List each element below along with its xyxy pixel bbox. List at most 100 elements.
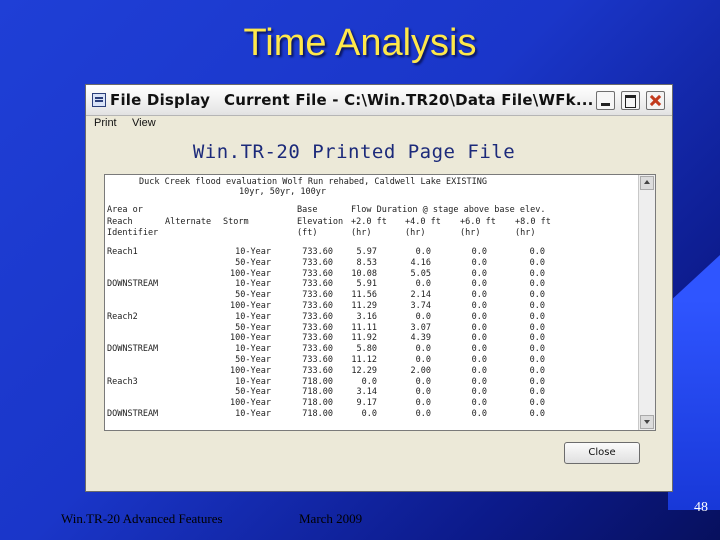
vertical-scrollbar[interactable] — [638, 175, 655, 430]
table-cell: 0.0 — [529, 355, 545, 365]
table-cell: 733.60 — [302, 247, 333, 257]
table-cell: 0.0 — [471, 322, 487, 333]
table-cell: 0.0 — [471, 387, 487, 398]
table-cell: 718.00 — [302, 376, 333, 387]
table-cell: 50-Year — [235, 257, 271, 268]
table-row: 100-Year 718.00 9.17 0.0 0.0 0.0 — [105, 398, 635, 409]
table-cell: DOWNSTREAM — [107, 409, 159, 419]
table-cell: 10-Year — [235, 311, 271, 322]
column-header: Storm — [223, 217, 249, 227]
table-cell: 0.0 — [529, 333, 545, 344]
table-row: 100-Year 733.60 10.08 5.05 0.0 0.0 — [105, 269, 635, 280]
table-cell: 0.0 — [529, 257, 545, 268]
table-cell: 0.0 — [529, 344, 545, 355]
table-cell: 0.0 — [471, 311, 487, 322]
menu-bar: Print View — [86, 115, 672, 133]
scroll-up-icon[interactable] — [640, 176, 654, 190]
table-row: DOWNSTREAM 10-Year 733.60 5.91 0.0 0.0 0.0 — [105, 279, 635, 290]
column-header: (hr) — [515, 228, 536, 238]
table-cell: 12.29 — [351, 365, 377, 376]
table-cell: 10-Year — [235, 344, 271, 355]
table-cell: 50-Year — [235, 355, 271, 365]
decorative-triangle — [668, 255, 720, 303]
column-header: +8.0 ft — [515, 217, 551, 227]
menu-print[interactable]: Print — [94, 117, 117, 129]
window-titlebar[interactable]: File Display Current File - C:\Win.TR20\… — [86, 85, 672, 116]
maximize-button[interactable] — [621, 91, 640, 110]
table-row: 50-Year 718.00 3.14 0.0 0.0 0.0 — [105, 387, 635, 398]
close-button[interactable]: Close — [564, 442, 640, 464]
table-cell: DOWNSTREAM — [107, 279, 159, 290]
column-header: +2.0 ft — [351, 217, 387, 227]
slide-title: Time Analysis — [243, 22, 477, 64]
table-cell: 50-Year — [235, 322, 271, 333]
table-cell: 50-Year — [235, 290, 271, 301]
table-cell: DOWNSTREAM — [107, 344, 159, 355]
table-cell: 2.14 — [410, 290, 431, 301]
table-cell: 0.0 — [415, 409, 431, 419]
table-cell: 100-Year — [230, 398, 271, 409]
table-cell: 0.0 — [529, 247, 545, 257]
table-cell: 0.0 — [529, 290, 545, 301]
table-cell: 0.0 — [529, 398, 545, 409]
table-cell: 11.29 — [351, 301, 377, 311]
table-cell: 100-Year — [230, 365, 271, 376]
table-row: 100-Year 733.60 11.92 4.39 0.0 0.0 — [105, 333, 635, 344]
table-cell: 0.0 — [471, 290, 487, 301]
table-cell: 733.60 — [302, 344, 333, 355]
table-cell: 0.0 — [471, 247, 487, 257]
column-header: Base — [297, 205, 318, 215]
table-row: DOWNSTREAM 10-Year 718.00 0.0 0.0 0.0 0.0 — [105, 409, 635, 420]
table-cell: 0.0 — [415, 376, 431, 387]
table-cell: 0.0 — [529, 322, 545, 333]
table-cell: 8.53 — [356, 257, 377, 268]
table-cell: 0.0 — [415, 344, 431, 355]
table-cell: 0.0 — [471, 376, 487, 387]
table-cell: 5.05 — [410, 268, 431, 279]
table-cell: 718.00 — [302, 398, 333, 409]
table-cell: 0.0 — [529, 268, 545, 279]
table-row: 50-Year 733.60 8.53 4.16 0.0 0.0 — [105, 258, 635, 269]
table-cell: 733.60 — [302, 322, 333, 333]
table-cell: 733.60 — [302, 301, 333, 311]
report-title-line2: 10yr, 50yr, 100yr — [239, 187, 326, 197]
menu-view[interactable]: View — [132, 117, 156, 129]
table-cell: 718.00 — [302, 387, 333, 398]
column-header: +6.0 ft — [460, 217, 496, 227]
report-panel[interactable]: Duck Creek flood evaluation Wolf Run reh… — [104, 174, 656, 431]
column-header: Alternate — [165, 217, 212, 227]
table-cell: 100-Year — [230, 333, 271, 344]
table-cell: 11.56 — [351, 290, 377, 301]
table-cell: 100-Year — [230, 268, 271, 279]
table-cell: 11.12 — [351, 355, 377, 365]
column-header: Elevation — [297, 217, 344, 227]
table-cell: 3.16 — [356, 311, 377, 322]
table-cell: 733.60 — [302, 333, 333, 344]
table-cell: 0.0 — [361, 376, 377, 387]
table-cell: 3.74 — [410, 301, 431, 311]
table-row: Reach2 10-Year 733.60 3.16 0.0 0.0 0.0 — [105, 312, 635, 323]
table-cell: 2.00 — [410, 365, 431, 376]
table-cell: 0.0 — [471, 398, 487, 409]
column-header: (ft) — [297, 228, 318, 238]
table-cell: 10.08 — [351, 268, 377, 279]
table-cell: Reach2 — [107, 311, 138, 322]
table-cell: 0.0 — [529, 301, 545, 311]
table-cell: Reach3 — [107, 376, 138, 387]
table-cell: 0.0 — [529, 387, 545, 398]
table-cell: 0.0 — [471, 279, 487, 290]
column-header: (hr) — [405, 228, 426, 238]
table-cell: 0.0 — [471, 344, 487, 355]
table-cell: 0.0 — [529, 311, 545, 322]
minimize-button[interactable] — [596, 91, 615, 110]
table-cell: 3.14 — [356, 387, 377, 398]
scroll-down-icon[interactable] — [640, 415, 654, 429]
table-cell: 0.0 — [471, 301, 487, 311]
table-cell: 0.0 — [529, 409, 545, 419]
table-cell: 0.0 — [471, 365, 487, 376]
close-window-button[interactable] — [646, 91, 665, 110]
current-file-path: Current File - C:\Win.TR20\Data File\WFk… — [224, 91, 594, 109]
table-cell: 0.0 — [471, 409, 487, 419]
table-cell: 733.60 — [302, 355, 333, 365]
table-cell: Reach1 — [107, 247, 138, 257]
